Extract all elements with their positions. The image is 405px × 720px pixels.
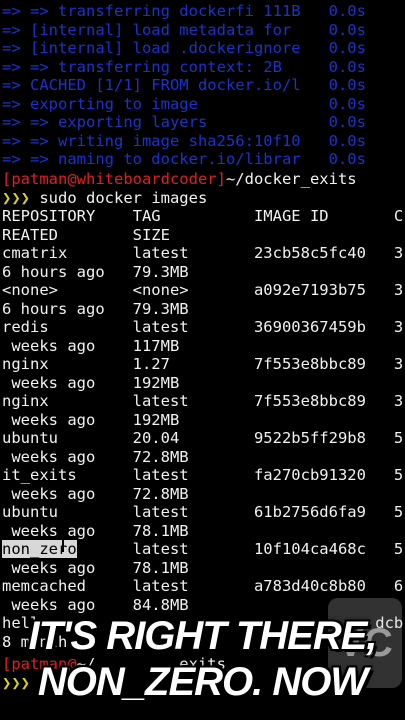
table-row: weeks ago 192MB (2, 410, 180, 429)
table-row: redis latest 36900367459b 3 (2, 318, 404, 336)
command-text: sudo docker images (30, 188, 208, 207)
table-header: REATED SIZE (2, 225, 170, 244)
build-output-line: => => transferring context: 2B 0.0s (2, 57, 366, 76)
build-output-line: => => exporting layers 0.0s (2, 113, 366, 131)
table-row: weeks ago 72.8MB (2, 484, 189, 503)
build-output-line: => exporting to image 0.0s (2, 94, 366, 113)
caption-line: NON_ZERO. NOW (37, 660, 368, 704)
text-cursor-icon (62, 536, 64, 552)
build-output-line: => => naming to docker.io/librar 0.0s (2, 150, 366, 168)
table-row: 6 hours ago 79.3MB (2, 299, 189, 318)
prompt-path: ~/docker_exits (225, 170, 357, 188)
table-row: ubuntu 20.04 9522b5ff29b8 5 (2, 429, 404, 447)
table-row: <none> <none> a092e7193b75 3 (2, 281, 404, 299)
table-row: weeks ago 72.8MB (2, 447, 189, 466)
table-row: weeks ago 78.1MB (2, 521, 189, 540)
selected-row-rest: latest 10f104ca468c 5 (76, 540, 404, 558)
table-row: nginx 1.27 7f553e8bbc89 3 (2, 355, 404, 373)
table-row: 6 hours ago 79.3MB (2, 262, 189, 281)
selected-text[interactable]: non_zero (2, 540, 77, 558)
build-output-line: => => transferring dockerfi 111B 0.0s (2, 2, 366, 20)
build-output-line: => [internal] load .dockerignore 0.0s (2, 39, 366, 57)
table-row: cmatrix latest 23cb58c5fc40 3 (2, 244, 404, 262)
table-row: it_exits latest fa270cb91320 5 (2, 466, 404, 484)
table-header: REPOSITORY TAG IMAGE ID C (2, 207, 404, 225)
table-row: ubuntu latest 61b2756d6fa9 5 (2, 503, 404, 521)
caption-line: IT'S RIGHT THERE, (28, 614, 377, 658)
prompt-arrows-icon: ❯❯❯ (2, 188, 30, 207)
table-row: weeks ago 78.1MB (2, 558, 189, 577)
table-row: weeks ago 84.8MB (2, 595, 189, 614)
build-output-line: => [internal] load metadata for 0.0s (2, 20, 366, 39)
table-row: memcached latest a783d40c8b80 6 (2, 577, 404, 595)
build-output-line: => CACHED [1/1] FROM docker.io/l 0.0s (2, 76, 366, 94)
table-row: weeks ago 192MB (2, 373, 180, 392)
prompt-user-host: [patman@whiteboardcoder] (2, 170, 226, 188)
table-row: nginx latest 7f553e8bbc89 3 (2, 392, 404, 410)
build-output-line: => => writing image sha256:10f10 0.0s (2, 131, 366, 150)
command-line: ❯❯❯ sudo docker images (2, 189, 207, 208)
table-row: weeks ago 117MB (2, 336, 180, 355)
shell-prompt: [patman@whiteboardcoder]~/docker_exits (2, 170, 357, 189)
